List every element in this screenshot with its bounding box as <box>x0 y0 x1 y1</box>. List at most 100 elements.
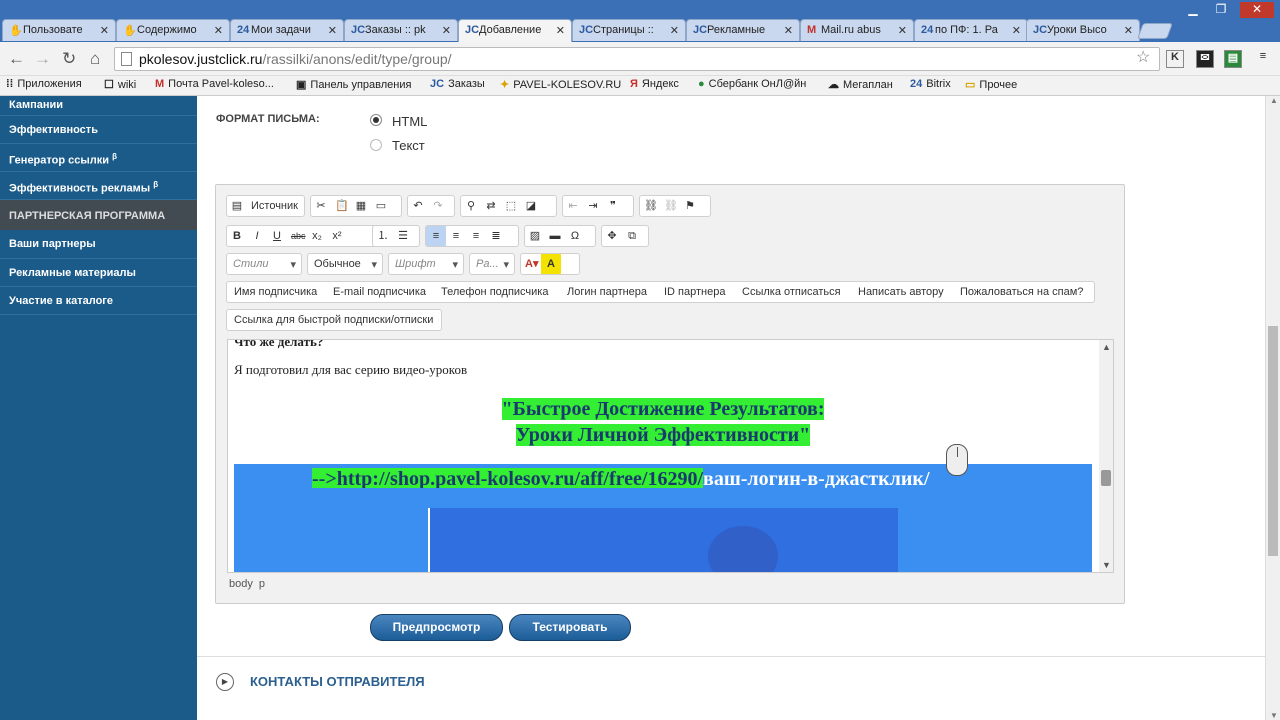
bookmark-megaplan[interactable]: ☁ Мегаплан <box>828 78 893 91</box>
tab-0[interactable]: ✋Пользовате ✕ <box>2 19 116 41</box>
outdent-icon[interactable]: ⇤ <box>563 196 583 216</box>
ph-unsubscribe-link[interactable]: Ссылка отписаться <box>735 281 851 303</box>
close-icon[interactable]: ✕ <box>442 24 451 37</box>
anchor-flag-icon[interactable]: ⚑ <box>680 196 700 216</box>
text-color-icon[interactable]: A▾ <box>521 254 541 274</box>
unlink-icon[interactable]: ⛓ <box>660 196 680 216</box>
tab-5[interactable]: JCСтраницы :: ✕ <box>572 19 686 41</box>
extension-green-icon[interactable]: ▤ <box>1224 50 1242 68</box>
styles-select[interactable]: Стили <box>226 253 302 275</box>
image-icon[interactable]: ▨ <box>525 226 545 246</box>
sidebar-item-partners[interactable]: Ваши партнеры <box>0 230 197 259</box>
path-p[interactable]: p <box>259 578 265 590</box>
redo-icon[interactable]: ↷ <box>428 196 448 216</box>
tab-7[interactable]: M Mail.ru abus ✕ <box>800 19 914 41</box>
select-all-icon[interactable]: ⬚ <box>501 196 521 216</box>
test-button[interactable]: Тестировать <box>509 614 631 641</box>
tab-2[interactable]: 24 Мои задачи ✕ <box>230 19 344 41</box>
close-icon[interactable]: ✕ <box>784 24 793 37</box>
eraser-icon[interactable]: ◪ <box>521 196 541 216</box>
format-select[interactable]: Обычное <box>307 253 383 275</box>
bookmark-sber[interactable]: ● Сбербанк ОнЛ@йн <box>698 78 806 90</box>
sidebar-item-link-generator[interactable]: Генератор ссылки β <box>0 144 197 172</box>
bookmark-pavel[interactable]: ✦ PAVEL-KOLESOV.RU <box>500 78 621 91</box>
source-button[interactable]: Источник <box>247 196 302 216</box>
bookmark-apps[interactable]: ⁞⁞ Приложения <box>6 78 82 90</box>
page-scroll-thumb[interactable] <box>1268 326 1278 556</box>
align-center-icon[interactable]: ≡ <box>446 226 466 246</box>
bg-color-icon[interactable]: A <box>541 254 561 274</box>
format-html-radio[interactable] <box>370 114 382 126</box>
home-icon[interactable]: ⌂ <box>90 49 100 69</box>
hr-icon[interactable]: ▬ <box>545 226 565 246</box>
special-char-icon[interactable]: Ω <box>565 226 585 246</box>
close-window-icon[interactable]: ✕ <box>1240 2 1274 18</box>
paste-text-icon[interactable]: ▦ <box>351 196 371 216</box>
bookmark-mail[interactable]: M Почта Pavel-koleso... <box>155 78 274 90</box>
ph-subscriber-name[interactable]: Имя подписчика <box>226 281 326 303</box>
maximize-icon[interactable]: ❐ <box>1208 2 1234 18</box>
cut-icon[interactable]: ✂ <box>311 196 331 216</box>
italic-icon[interactable]: I <box>247 226 267 246</box>
bullet-list-icon[interactable]: ☰ <box>393 226 413 246</box>
preview-button[interactable]: Предпросмотр <box>370 614 503 641</box>
undo-icon[interactable]: ↶ <box>408 196 428 216</box>
tab-6[interactable]: JCРекламные ✕ <box>686 19 800 41</box>
tab-9[interactable]: JCУроки Высо ✕ <box>1026 19 1140 41</box>
editor-scroll-thumb[interactable] <box>1101 470 1111 486</box>
strike-icon[interactable]: abc <box>287 226 307 246</box>
ph-subscriber-email[interactable]: E-mail подписчика <box>326 281 434 303</box>
bookmark-panel[interactable]: ▣ Панель управления <box>296 78 411 91</box>
menu-icon[interactable]: ≡ <box>1254 50 1272 68</box>
paste-icon[interactable]: 📋 <box>331 196 351 216</box>
align-justify-icon[interactable]: ≣ <box>486 226 506 246</box>
minimize-icon[interactable]: ▁ <box>1180 2 1206 18</box>
replace-icon[interactable]: ⇄ <box>481 196 501 216</box>
sidebar-item-catalog[interactable]: Участие в каталоге <box>0 287 197 315</box>
blockquote-icon[interactable]: ❞ <box>603 196 623 216</box>
scroll-up-icon[interactable]: ▲ <box>1102 342 1111 352</box>
page-scroll-down-icon[interactable]: ▼ <box>1270 711 1278 720</box>
bookmark-bitrix[interactable]: 24 Bitrix <box>910 78 951 90</box>
sidebar-item-campaigns[interactable]: Кампании <box>0 96 197 116</box>
size-select[interactable]: Ра... <box>469 253 515 275</box>
underline-icon[interactable]: U <box>267 226 287 246</box>
source-icon[interactable]: ▤ <box>227 196 247 216</box>
bookmark-other[interactable]: ▭ Прочее <box>965 78 1017 91</box>
sidebar-item-ad-materials[interactable]: Рекламные материалы <box>0 259 197 287</box>
scroll-down-icon[interactable]: ▼ <box>1102 560 1111 570</box>
ph-partner-login[interactable]: Логин партнера <box>560 281 657 303</box>
close-icon[interactable]: ✕ <box>670 24 679 37</box>
page-scroll-up-icon[interactable]: ▲ <box>1270 96 1278 105</box>
indent-icon[interactable]: ⇥ <box>583 196 603 216</box>
bookmark-star-icon[interactable]: ☆ <box>1136 47 1150 67</box>
format-text-radio[interactable] <box>370 139 382 151</box>
maximize-editor-icon[interactable]: ✥ <box>602 226 622 246</box>
sender-contacts-header[interactable]: КОНТАКТЫ ОТПРАВИТЕЛЯ <box>250 674 425 689</box>
page-scrollbar[interactable]: ▲ ▼ <box>1265 96 1280 720</box>
ph-report-spam[interactable]: Пожаловаться на спам? <box>953 281 1095 303</box>
extension-mail-icon[interactable]: ✉ <box>1196 50 1214 68</box>
paste-word-icon[interactable]: ▭ <box>371 196 391 216</box>
close-icon[interactable]: ✕ <box>214 24 223 37</box>
ph-partner-id[interactable]: ID партнера <box>657 281 735 303</box>
editor-scrollbar[interactable]: ▲ ▼ <box>1099 340 1113 572</box>
close-icon[interactable]: ✕ <box>556 24 565 37</box>
subscript-icon[interactable]: x₂ <box>307 226 327 246</box>
address-bar[interactable]: pkolesov.justclick.ru/rassilki/anons/edi… <box>114 47 1160 71</box>
bookmark-orders[interactable]: JC Заказы <box>430 78 485 90</box>
find-icon[interactable]: ⚲ <box>461 196 481 216</box>
close-icon[interactable]: ✕ <box>1124 24 1133 37</box>
close-icon[interactable]: ✕ <box>328 24 337 37</box>
bookmark-yandex[interactable]: Я Яндекс <box>630 78 679 90</box>
show-blocks-icon[interactable]: ⧉ <box>622 226 642 246</box>
bookmark-wiki[interactable]: ☐ wiki <box>104 78 136 91</box>
new-tab-button[interactable] <box>1137 23 1173 39</box>
sidebar-item-ad-efficiency[interactable]: Эффективность рекламы β <box>0 172 197 200</box>
align-right-icon[interactable]: ≡ <box>466 226 486 246</box>
content-image[interactable] <box>428 508 898 572</box>
back-icon[interactable]: ← <box>8 49 25 69</box>
reload-icon[interactable]: ↻ <box>62 49 76 69</box>
link-icon[interactable]: ⛓ <box>640 196 660 216</box>
numbered-list-icon[interactable]: ⒈ <box>373 226 393 246</box>
